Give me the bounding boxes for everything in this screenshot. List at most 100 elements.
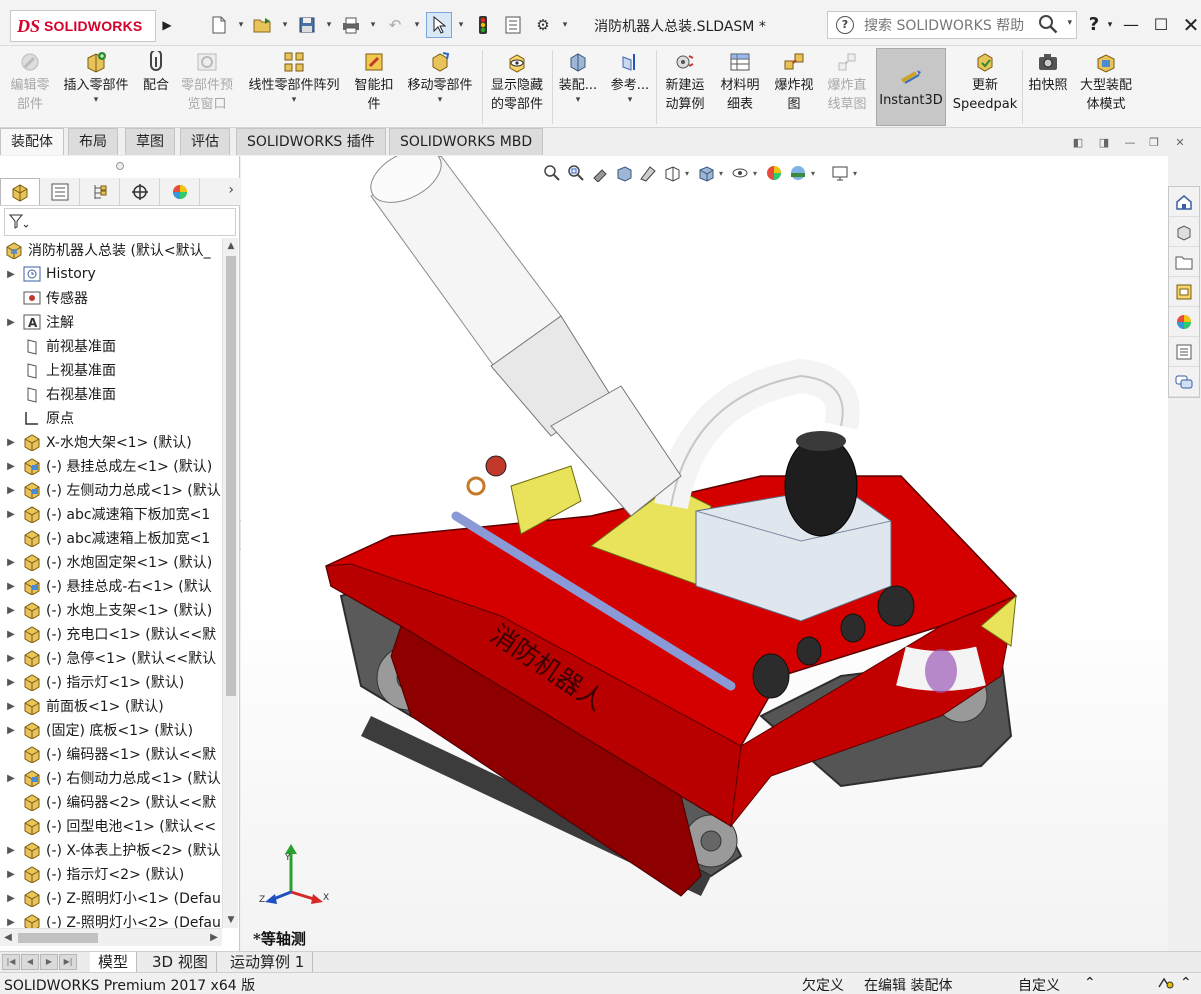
tree-horizontal-scrollbar[interactable]: ◀ ▶: [0, 928, 222, 946]
appearances-scenes-icon[interactable]: [1169, 307, 1199, 337]
exploded-view-button[interactable]: 爆炸视 图: [770, 50, 818, 114]
help-menu-icon[interactable]: ?: [1084, 10, 1104, 40]
reference-geometry-caret-icon[interactable]: ▾: [628, 95, 633, 105]
large-assembly-mode-button[interactable]: 大型装配 体模式: [1074, 50, 1138, 114]
scroll-thumb[interactable]: [226, 256, 236, 696]
custom-properties-icon[interactable]: [1169, 337, 1199, 367]
search-icon[interactable]: [1038, 14, 1058, 39]
expand-arrow-icon[interactable]: ▶: [0, 557, 22, 568]
select-cursor-icon[interactable]: [426, 12, 452, 38]
undo-icon[interactable]: ↶: [382, 12, 408, 38]
tab-solidworks-mbd[interactable]: SOLIDWORKS MBD: [389, 128, 544, 155]
move-component-button[interactable]: 移动零部件 ▾: [402, 50, 478, 105]
feature-manager-tab-icon[interactable]: [0, 178, 40, 205]
tab-3d-view[interactable]: 3D 视图: [144, 952, 217, 972]
edit-component-button[interactable]: 编辑零 部件: [6, 50, 54, 114]
tree-item[interactable]: 前视基准面: [0, 334, 222, 358]
expand-arrow-icon[interactable]: ▶: [0, 605, 22, 616]
tab-layout[interactable]: 布局: [68, 128, 118, 155]
move-component-caret-icon[interactable]: ▾: [438, 95, 443, 105]
show-hidden-components-button[interactable]: 显示隐藏 的零部件: [486, 50, 548, 114]
tab-assembly[interactable]: 装配体: [0, 128, 64, 155]
scroll-up-arrow-icon[interactable]: ▲: [223, 238, 239, 254]
tree-item[interactable]: ▶ A 注解: [0, 310, 222, 334]
maximize-icon[interactable]: ☐: [1146, 10, 1176, 40]
expand-arrow-icon[interactable]: ▶: [0, 845, 22, 856]
tree-item[interactable]: ▶ X-水炮大架<1> (默认): [0, 430, 222, 454]
pane-grip-icon[interactable]: [116, 162, 124, 170]
scroll-down-arrow-icon[interactable]: ▼: [223, 912, 239, 928]
minimize-icon[interactable]: —: [1116, 10, 1146, 40]
expand-arrow-icon[interactable]: ▶: [0, 269, 22, 280]
tree-item[interactable]: ▶ (-) 指示灯<2> (默认): [0, 862, 222, 886]
expand-arrow-icon[interactable]: ▶: [0, 773, 22, 784]
solidworks-logo[interactable]: DS SOLIDWORKS: [10, 10, 156, 42]
assembly-features-caret-icon[interactable]: ▾: [576, 95, 581, 105]
linear-component-pattern-button[interactable]: 线性零部件阵列 ▾: [244, 50, 344, 105]
tree-item[interactable]: ▶ (-) 右侧动力总成<1> (默认: [0, 766, 222, 790]
help-menu-dropdown-icon[interactable]: ▾: [1104, 10, 1116, 40]
tree-item[interactable]: 右视基准面: [0, 382, 222, 406]
solidworks-resources-home-icon[interactable]: [1169, 187, 1199, 217]
viewport-prev-icon[interactable]: ◧: [1070, 136, 1086, 150]
tree-item[interactable]: (-) 编码器<2> (默认<<默: [0, 790, 222, 814]
tab-solidworks-addins[interactable]: SOLIDWORKS 插件: [236, 128, 386, 155]
linear-pattern-caret-icon[interactable]: ▾: [292, 95, 297, 105]
update-speedpak-button[interactable]: 更新 Speedpak: [952, 50, 1018, 114]
viewport-close-icon[interactable]: ✕: [1172, 136, 1188, 150]
tree-vertical-scrollbar[interactable]: ▲ ▼: [222, 238, 238, 928]
bill-of-materials-button[interactable]: 材料明 细表: [716, 50, 764, 114]
tab-motion-study-1[interactable]: 运动算例 1: [222, 952, 314, 972]
reference-geometry-button[interactable]: 参考... ▾: [608, 50, 652, 105]
file-explorer-folder-icon[interactable]: [1169, 247, 1199, 277]
expand-arrow-icon[interactable]: ▶: [0, 317, 22, 328]
expand-arrow-icon[interactable]: ▶: [0, 725, 22, 736]
more-tabs-chevron-icon[interactable]: ›: [228, 182, 234, 198]
options-gear-icon[interactable]: ⚙: [530, 12, 556, 38]
expand-arrow-icon[interactable]: ▶: [0, 509, 22, 520]
status-menu-caret-icon[interactable]: ⌃: [1180, 975, 1192, 991]
tree-item[interactable]: ▶ 前面板<1> (默认): [0, 694, 222, 718]
dimxpert-manager-tab-icon[interactable]: [120, 178, 160, 205]
robot-model-render[interactable]: 消防机器人: [241, 156, 1168, 951]
tree-item[interactable]: 原点: [0, 406, 222, 430]
tree-item[interactable]: (-) 回型电池<1> (默认<<: [0, 814, 222, 838]
scroll-right-arrow-icon[interactable]: ▶: [206, 929, 222, 947]
tree-item[interactable]: ▶ (-) abc减速箱下板加宽<1: [0, 502, 222, 526]
tree-item[interactable]: 上视基准面: [0, 358, 222, 382]
configuration-manager-tab-icon[interactable]: [80, 178, 120, 205]
select-dropdown-icon[interactable]: ▾: [456, 20, 466, 30]
instant3d-button[interactable]: Instant3D: [876, 48, 946, 126]
tab-evaluate[interactable]: 评估: [180, 128, 230, 155]
tree-root-assembly[interactable]: 消防机器人总装 (默认<默认_: [0, 238, 222, 262]
expand-arrow-icon[interactable]: ▶: [0, 701, 22, 712]
tree-item[interactable]: (-) 编码器<1> (默认<<默: [0, 742, 222, 766]
graphics-area[interactable]: ▾ ▾ ▾ ▾ ▾ 消防机器人 Y X Z *等轴测: [241, 156, 1168, 951]
expand-arrow-icon[interactable]: ▶: [0, 485, 22, 496]
expand-arrow-icon[interactable]: ▶: [0, 581, 22, 592]
expand-arrow-icon[interactable]: ▶: [0, 629, 22, 640]
expand-arrow-icon[interactable]: ▶: [0, 437, 22, 448]
take-snapshot-button[interactable]: 拍快照: [1026, 50, 1070, 95]
last-tab-icon[interactable]: ▶|: [59, 954, 77, 970]
save-dropdown-icon[interactable]: ▾: [324, 20, 334, 30]
tab-sketch[interactable]: 草图: [125, 128, 175, 155]
forum-chat-icon[interactable]: [1169, 367, 1199, 397]
print-icon[interactable]: [338, 12, 364, 38]
tree-item[interactable]: ▶ (-) X-体表上护板<2> (默认: [0, 838, 222, 862]
expand-arrow-icon[interactable]: ▶: [0, 461, 22, 472]
view-palette-icon[interactable]: [1169, 277, 1199, 307]
rebuild-traffic-light-icon[interactable]: [470, 12, 496, 38]
rebuild-status-icon[interactable]: [1156, 975, 1174, 994]
insert-components-caret-icon[interactable]: ▾: [94, 95, 99, 105]
insert-components-button[interactable]: 插入零部件 ▾: [58, 50, 134, 105]
expand-arrow-icon[interactable]: ▶: [0, 653, 22, 664]
design-library-icon[interactable]: [1169, 217, 1199, 247]
tree-item[interactable]: ▶ (-) 水炮上支架<1> (默认): [0, 598, 222, 622]
expand-arrow-icon[interactable]: ▶: [0, 869, 22, 880]
tree-item[interactable]: ▶ (-) 悬挂总成左<1> (默认): [0, 454, 222, 478]
tree-item[interactable]: ▶ (-) 指示灯<1> (默认): [0, 670, 222, 694]
new-document-icon[interactable]: [206, 12, 232, 38]
tree-item[interactable]: ▶ (-) 水炮固定架<1> (默认): [0, 550, 222, 574]
tree-item[interactable]: ▶ (-) 左侧动力总成<1> (默认: [0, 478, 222, 502]
